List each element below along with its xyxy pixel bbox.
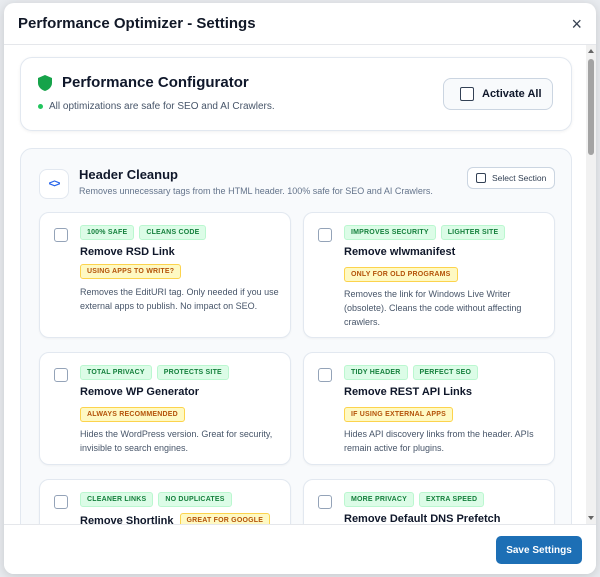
benefit-badge: IMPROVES SECURITY <box>344 225 436 240</box>
benefit-badge: PROTECTS SITE <box>156 365 229 380</box>
option-checkbox[interactable] <box>318 495 332 509</box>
activate-all-button[interactable]: Activate All <box>443 78 553 110</box>
warning-badge: USING APPS TO WRITE? <box>80 264 182 279</box>
option-checkbox[interactable] <box>54 495 68 509</box>
benefit-badge: CLEANS CODE <box>139 225 207 240</box>
option-title: Remove RSD Link <box>80 246 175 258</box>
select-section-label: Select Section <box>492 173 547 183</box>
section-description: Removes unnecessary tags from the HTML h… <box>79 186 433 196</box>
option-description: Hides the WordPress version. Great for s… <box>80 429 273 453</box>
scroll-up-arrow-icon[interactable] <box>588 49 594 53</box>
select-section-checkbox[interactable] <box>476 173 486 183</box>
configurator-card: Performance Configurator All optimizatio… <box>20 57 572 131</box>
vertical-scrollbar[interactable] <box>586 45 596 524</box>
option-card-wlwmanifest[interactable]: IMPROVES SECURITY LIGHTER SITE Remove wl… <box>303 212 555 338</box>
option-title: Remove REST API Links <box>344 386 472 398</box>
scroll-down-arrow-icon[interactable] <box>588 516 594 520</box>
benefit-badge: NO DUPLICATES <box>158 492 232 507</box>
configurator-title: Performance Configurator <box>62 74 249 91</box>
option-description: Hides API discovery links from the heade… <box>344 429 534 453</box>
option-card-rsd[interactable]: 100% SAFE CLEANS CODE Remove RSD Link US… <box>39 212 291 338</box>
save-settings-button[interactable]: Save Settings <box>496 536 582 564</box>
modal-footer: Save Settings <box>4 524 596 574</box>
option-checkbox[interactable] <box>54 368 68 382</box>
benefit-badge: LIGHTER SITE <box>440 225 506 240</box>
benefit-badge: EXTRA SPEED <box>418 492 485 507</box>
activate-all-label: Activate All <box>482 88 542 100</box>
option-card-rest-api[interactable]: TIDY HEADER PERFECT SEO Remove REST API … <box>303 352 555 465</box>
warning-badge: IF USING EXTERNAL APPS <box>344 407 454 422</box>
code-icon: <> <box>39 169 69 199</box>
modal-title: Performance Optimizer - Settings <box>18 15 256 32</box>
option-title: Remove wlwmanifest <box>344 246 456 258</box>
scrollbar-thumb[interactable] <box>588 59 594 155</box>
option-card-dns-prefetch[interactable]: MORE PRIVACY EXTRA SPEED Remove Default … <box>303 479 555 524</box>
shield-icon <box>38 74 52 91</box>
option-description: Removes the EditURI tag. Only needed if … <box>80 287 279 311</box>
option-title: Remove Shortlink <box>80 514 174 525</box>
select-section-button[interactable]: Select Section <box>467 167 555 189</box>
benefit-badge: MORE PRIVACY <box>344 492 414 507</box>
warning-badge: ALWAYS RECOMMENDED <box>80 407 185 422</box>
modal-body: Performance Configurator All optimizatio… <box>4 45 586 524</box>
benefit-badge: TOTAL PRIVACY <box>80 365 152 380</box>
modal-header: Performance Optimizer - Settings <box>4 3 596 45</box>
activate-all-checkbox[interactable] <box>460 87 474 101</box>
option-description: Removes the link for Windows Live Writer… <box>344 289 522 327</box>
warning-badge: ONLY FOR OLD PROGRAMS <box>344 267 458 282</box>
status-dot-icon <box>38 104 43 109</box>
option-card-shortlink[interactable]: CLEANER LINKS NO DUPLICATES Remove Short… <box>39 479 291 524</box>
settings-modal: Performance Optimizer - Settings × Perfo… <box>4 3 596 574</box>
option-title: Remove WP Generator <box>80 386 200 398</box>
benefit-badge: TIDY HEADER <box>344 365 408 380</box>
option-title: Remove Default DNS Prefetch <box>344 513 501 524</box>
benefit-badge: 100% SAFE <box>80 225 135 240</box>
option-checkbox[interactable] <box>54 228 68 242</box>
benefit-badge: PERFECT SEO <box>412 365 479 380</box>
configurator-subtitle: All optimizations are safe for SEO and A… <box>49 101 275 112</box>
option-checkbox[interactable] <box>318 228 332 242</box>
section-title: Header Cleanup <box>79 167 178 182</box>
option-card-wp-generator[interactable]: TOTAL PRIVACY PROTECTS SITE Remove WP Ge… <box>39 352 291 465</box>
warning-badge: GREAT FOR GOOGLE <box>179 513 271 524</box>
close-button[interactable]: × <box>571 15 582 33</box>
option-checkbox[interactable] <box>318 368 332 382</box>
header-cleanup-section: <> Header Cleanup Removes unnecessary ta… <box>20 148 572 524</box>
benefit-badge: CLEANER LINKS <box>80 492 154 507</box>
